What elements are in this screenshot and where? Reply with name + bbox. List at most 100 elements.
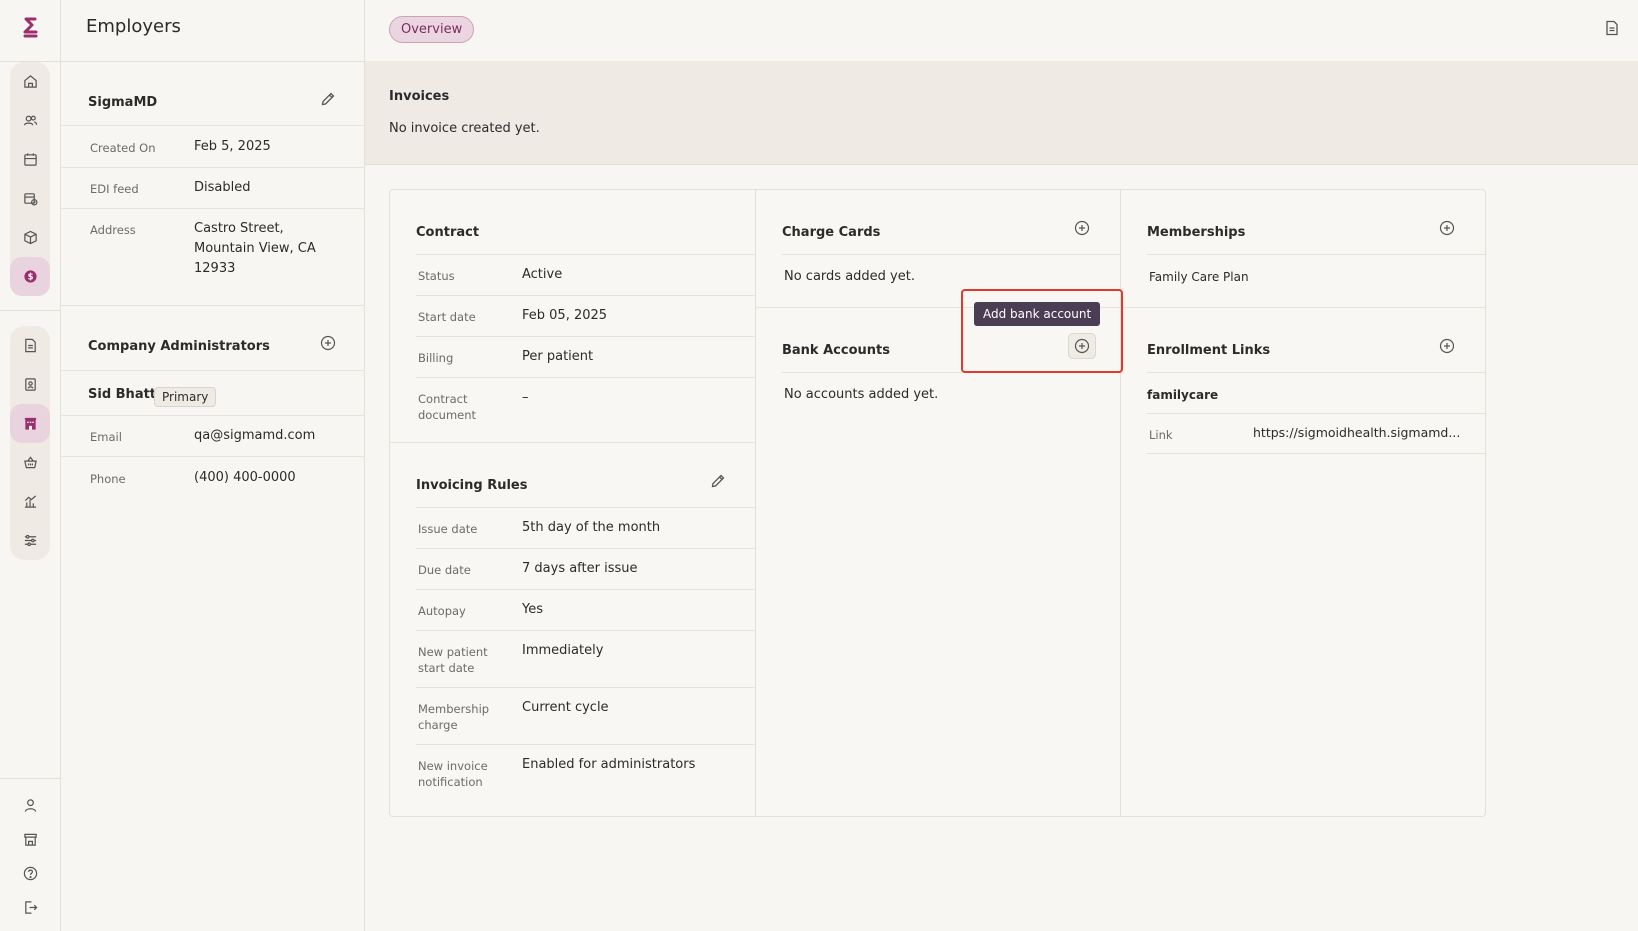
- issue-date-value: 5th day of the month: [522, 520, 661, 535]
- nav-settings[interactable]: [10, 521, 50, 560]
- row-divider: [416, 744, 755, 745]
- user-icon: [24, 798, 36, 812]
- row-divider: [416, 630, 755, 631]
- nav-packages[interactable]: [10, 218, 50, 257]
- id-card-icon: [24, 378, 36, 391]
- nav-shop[interactable]: [10, 443, 50, 482]
- created-on-row: Created On Feb 5, 2025: [61, 125, 365, 167]
- phone-value[interactable]: (400) 400-0000: [194, 468, 296, 488]
- sidebar-bottom-divider: [0, 778, 61, 779]
- nav-calendar[interactable]: [10, 140, 50, 179]
- dollar-icon: $: [23, 270, 37, 283]
- nav-store[interactable]: [10, 822, 50, 856]
- add-membership-button[interactable]: [1438, 219, 1456, 237]
- nav-documents[interactable]: [10, 326, 50, 365]
- nav-help[interactable]: [10, 856, 50, 890]
- admin-row: Sid Bhatt Primary: [61, 370, 365, 415]
- edit-employer-button[interactable]: [319, 90, 337, 108]
- contract-document-label: Contract: [418, 392, 468, 406]
- invoices-title: Invoices: [389, 89, 450, 104]
- section-divider: [61, 305, 365, 306]
- enrollment-link-value[interactable]: https://sigmoidhealth.sigmamd...: [1253, 423, 1460, 443]
- plus-circle-icon: [1439, 220, 1455, 236]
- add-admin-button[interactable]: [319, 334, 337, 352]
- add-bank-account-button[interactable]: [1068, 333, 1096, 359]
- nav-reports[interactable]: [10, 482, 50, 521]
- page-title: Employers: [86, 16, 181, 37]
- due-date-value: 7 days after issue: [522, 561, 638, 576]
- column-divider: [755, 190, 756, 816]
- app-logo[interactable]: [20, 16, 40, 40]
- row-divider: [416, 548, 755, 549]
- new-patient-start-label-2: start date: [418, 661, 475, 675]
- bank-accounts-title: Bank Accounts: [782, 343, 890, 358]
- nav-profile[interactable]: [10, 788, 50, 822]
- pencil-icon: [711, 474, 725, 488]
- invoices-section: Invoices No invoice created yet.: [365, 61, 1638, 165]
- primary-badge: Primary: [154, 387, 217, 407]
- membership-item[interactable]: Family Care Plan: [1149, 270, 1249, 284]
- nav-users[interactable]: [10, 101, 50, 140]
- billing-label: Billing: [418, 351, 454, 365]
- enrollment-name: familycare: [1147, 388, 1219, 402]
- nav-logout[interactable]: [10, 890, 50, 924]
- start-date-label: Start date: [418, 310, 476, 324]
- row-divider: [416, 295, 755, 296]
- row-divider: [416, 336, 755, 337]
- address-line-3: 12933: [194, 261, 236, 276]
- add-charge-card-button[interactable]: [1073, 219, 1091, 237]
- edi-feed-row: EDI feed Disabled: [61, 167, 365, 208]
- nav-group-main: $: [10, 62, 50, 296]
- nav-ids[interactable]: [10, 365, 50, 404]
- issue-date-label: Issue date: [418, 522, 478, 536]
- row-divider: [782, 254, 1120, 255]
- admin-name: Sid Bhatt: [88, 387, 157, 402]
- nav-billing[interactable]: $: [10, 257, 50, 296]
- employer-name: SigmaMD: [88, 95, 158, 110]
- add-enrollment-link-button[interactable]: [1438, 337, 1456, 355]
- nav-group-secondary: [10, 326, 50, 560]
- status-value: Active: [522, 267, 563, 282]
- logout-icon: [24, 900, 37, 914]
- document-icon: [24, 338, 36, 353]
- nav-home[interactable]: [10, 62, 50, 101]
- company-admins-title: Company Administrators: [88, 339, 270, 354]
- new-invoice-notification-label: New invoice: [418, 759, 488, 773]
- email-label: Email: [90, 430, 122, 444]
- address-label: Address: [90, 223, 136, 237]
- contract-document-value: –: [522, 390, 529, 405]
- tab-bar: Overview: [365, 0, 1638, 61]
- row-divider: [416, 687, 755, 688]
- address-line-1: Castro Street,: [194, 221, 284, 236]
- package-icon: [23, 230, 37, 245]
- contract-document-label-2: document: [418, 408, 477, 422]
- billing-value: Per patient: [522, 349, 594, 364]
- nav-appointments[interactable]: [10, 179, 50, 218]
- section-divider: [1121, 307, 1485, 308]
- sliders-icon: [24, 534, 36, 547]
- start-date-value: Feb 05, 2025: [522, 308, 608, 323]
- svg-text:$: $: [27, 272, 33, 282]
- document-icon: [1606, 20, 1618, 36]
- store-icon: [23, 833, 37, 846]
- calendar-icon: [23, 153, 37, 166]
- plus-circle-icon: [320, 335, 336, 351]
- contract-title: Contract: [416, 225, 480, 240]
- row-divider: [1147, 413, 1485, 414]
- nav-employers[interactable]: [10, 404, 50, 443]
- row-divider: [1147, 254, 1485, 255]
- email-value[interactable]: qa@sigmamd.com: [194, 426, 315, 446]
- plus-circle-icon: [1074, 220, 1090, 236]
- sidebar-divider: [0, 310, 61, 311]
- plus-circle-icon: [1074, 338, 1090, 354]
- document-button[interactable]: [1604, 20, 1620, 40]
- tab-overview[interactable]: Overview: [389, 16, 475, 43]
- invoicing-rules-title: Invoicing Rules: [416, 478, 528, 493]
- due-date-label: Due date: [418, 563, 471, 577]
- row-divider: [416, 507, 755, 508]
- edit-invoicing-rules-button[interactable]: [709, 472, 727, 490]
- status-label: Status: [418, 269, 455, 283]
- sidebar: $: [0, 0, 61, 931]
- invoices-empty-text: No invoice created yet.: [389, 121, 540, 136]
- edi-feed-value: Disabled: [194, 180, 251, 195]
